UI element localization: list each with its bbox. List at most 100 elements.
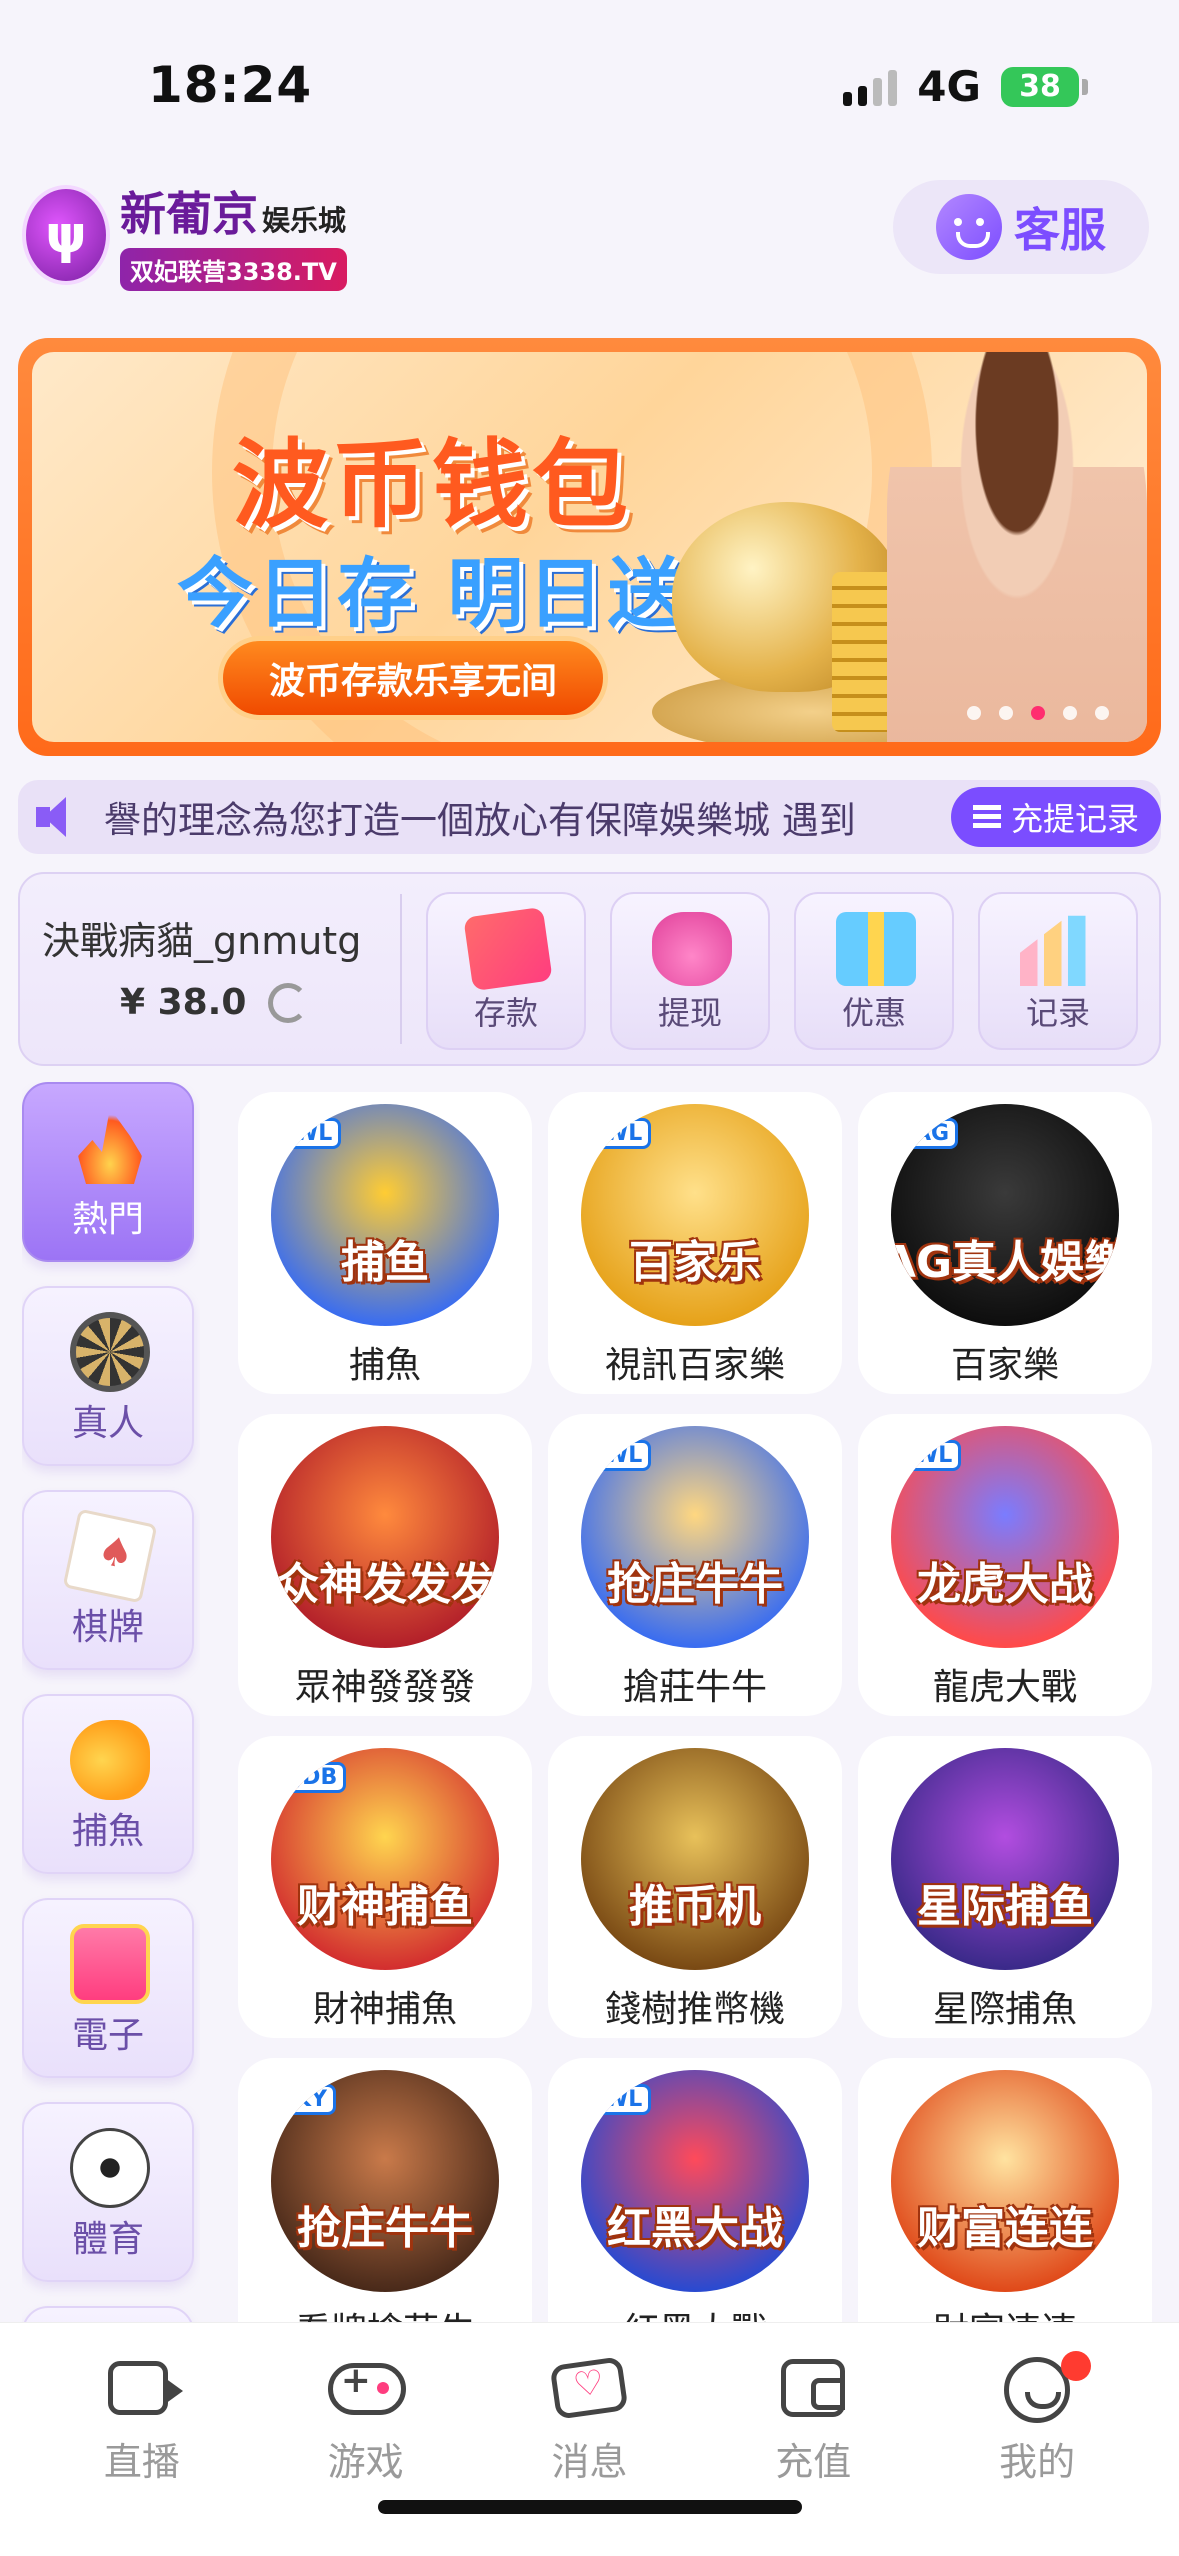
game-art-title: 红黑大战 xyxy=(607,2203,783,2254)
tab-recharge[interactable]: 充值 xyxy=(723,2357,903,2486)
game-thumbnail: 星际捕鱼 xyxy=(891,1748,1119,1970)
status-time: 18:24 xyxy=(148,56,313,114)
category-live[interactable]: 真人 xyxy=(22,1286,194,1466)
status-indicators: 4G 38 xyxy=(843,62,1088,111)
game-art-title: AG真人娛樂 xyxy=(891,1237,1119,1288)
category-label: 棋牌 xyxy=(71,1607,144,1648)
game-art-title: 财富连连 xyxy=(917,2203,1093,2254)
list-icon xyxy=(972,805,1001,829)
carousel-indicator[interactable] xyxy=(967,706,1109,720)
category-slots[interactable]: 電子 xyxy=(22,1898,194,2078)
tab-label: 直播 xyxy=(103,2440,180,2484)
live-camera-icon xyxy=(107,2361,183,2415)
wallet-icon xyxy=(781,2359,846,2417)
battery-icon: 38 xyxy=(1001,66,1088,107)
game-card[interactable]: WL 抢庄牛牛搶莊牛牛 xyxy=(548,1414,842,1716)
carousel-dot[interactable] xyxy=(967,706,981,720)
game-art-title: 捕鱼 xyxy=(341,1237,429,1288)
message-icon xyxy=(550,2356,629,2420)
refresh-icon[interactable] xyxy=(268,982,309,1023)
network-type: 4G xyxy=(917,62,981,111)
promotions-button[interactable]: 优惠 xyxy=(794,892,954,1050)
game-art-title: 众神发发发 xyxy=(275,1559,495,1610)
provider-tag: AG xyxy=(905,1118,959,1149)
game-card[interactable]: AG AG真人娛樂 百家樂 xyxy=(858,1092,1152,1394)
category-label: 熱門 xyxy=(71,1199,144,1240)
game-card[interactable]: KY 抢庄牛牛看牌搶莊牛 xyxy=(238,2058,532,2324)
deposit-withdraw-record-label: 充提记录 xyxy=(1010,800,1139,838)
status-bar: 18:24 4G 38 xyxy=(0,0,1179,170)
balance: ¥ 38.0 xyxy=(120,982,309,1023)
quick-actions: 存款 提现 优惠 记录 xyxy=(426,892,1138,1050)
game-name: 財神捕魚 xyxy=(312,1989,457,2030)
game-card[interactable]: 众神发发发 眾神發發發 xyxy=(238,1414,532,1716)
game-thumbnail: WL 红黑大战 xyxy=(581,2070,809,2292)
customer-service-button[interactable]: 客服 xyxy=(893,180,1149,274)
balance-value: ¥ 38.0 xyxy=(120,982,247,1023)
game-name: 搶莊牛牛 xyxy=(622,1667,767,1708)
tab-profile[interactable]: 我的 xyxy=(947,2351,1127,2486)
logo-text: 新葡京 娱乐城 双妃联营3338.TV xyxy=(120,178,347,291)
deposit-label: 存款 xyxy=(473,994,538,1032)
speaker-icon xyxy=(36,795,86,839)
category-hot[interactable]: 熱門 xyxy=(22,1082,194,1262)
banner-subtitle: 今日存 明日送 xyxy=(177,549,688,638)
records-label: 记录 xyxy=(1025,994,1090,1032)
game-card[interactable]: WL 红黑大战紅黑大戰 xyxy=(548,2058,842,2324)
game-art-title: 百家乐 xyxy=(629,1237,761,1288)
fire-icon xyxy=(78,1108,142,1184)
game-thumbnail: 众神发发发 xyxy=(271,1426,499,1648)
game-card[interactable]: 财富连连財富連連 xyxy=(858,2058,1152,2324)
home-indicator[interactable] xyxy=(378,2500,802,2514)
game-card[interactable]: 推币机 錢樹推幣機 xyxy=(548,1736,842,2038)
fish-icon xyxy=(70,1720,150,1800)
game-thumbnail: 财富连连 xyxy=(891,2070,1119,2292)
banner-cta-button[interactable]: 波币存款乐享无间 xyxy=(218,636,608,720)
game-art-title: 推币机 xyxy=(629,1881,761,1932)
game-thumbnail: WL 抢庄牛牛 xyxy=(581,1426,809,1648)
game-card[interactable]: JDB 财神捕鱼財神捕魚 xyxy=(238,1736,532,2038)
deposit-button[interactable]: 存款 xyxy=(426,892,586,1050)
tab-label: 充值 xyxy=(775,2440,852,2484)
game-art-title: 抢庄牛牛 xyxy=(607,1559,783,1610)
carousel-dot[interactable] xyxy=(999,706,1013,720)
category-cards[interactable]: 棋牌 xyxy=(22,1490,194,1670)
game-card[interactable]: WL 龙虎大战 龍虎大戰 xyxy=(858,1414,1152,1716)
game-name: 紅黑大戰 xyxy=(623,2302,767,2324)
bar-chart-icon xyxy=(1020,915,1086,986)
notification-badge xyxy=(1061,2351,1092,2381)
account-panel: 決戰病貓_gnmutg ¥ 38.0 存款 提现 优惠 记录 xyxy=(18,872,1161,1066)
carousel-dot[interactable] xyxy=(1095,706,1109,720)
game-thumbnail: WL 百家乐 xyxy=(581,1104,809,1326)
category-label: 體育 xyxy=(71,2219,144,2260)
category-more[interactable] xyxy=(22,2306,194,2322)
game-card[interactable]: WL 百家乐 視訊百家樂 xyxy=(548,1092,842,1394)
brand-logo[interactable]: ψ 新葡京 娱乐城 双妃联营3338.TV xyxy=(22,178,347,291)
bottom-tab-bar: 直播 游戏 消息 充值 我的 xyxy=(0,2322,1179,2556)
game-thumbnail: KY 抢庄牛牛 xyxy=(271,2070,499,2292)
category-sports[interactable]: 體育 xyxy=(22,2102,194,2282)
tab-games[interactable]: 游戏 xyxy=(276,2357,456,2486)
announcement-marquee[interactable]: 譽的理念為您打造一個放心有保障娛樂城 遇到 充提记录 xyxy=(18,780,1161,854)
tab-messages[interactable]: 消息 xyxy=(499,2356,679,2486)
category-label: 真人 xyxy=(71,1403,144,1444)
poker-chip-icon xyxy=(70,1312,150,1392)
gift-icon xyxy=(836,912,916,986)
game-card[interactable]: WL 捕鱼 捕魚 xyxy=(238,1092,532,1394)
announcement-text: 譽的理念為您打造一個放心有保障娛樂城 遇到 xyxy=(104,799,856,842)
category-fishing[interactable]: 捕魚 xyxy=(22,1694,194,1874)
records-button[interactable]: 记录 xyxy=(978,892,1138,1050)
tab-live[interactable]: 直播 xyxy=(52,2357,232,2486)
withdraw-button[interactable]: 提现 xyxy=(610,892,770,1050)
carousel-dot[interactable] xyxy=(1031,706,1045,720)
category-label: 捕魚 xyxy=(71,1811,144,1852)
game-card[interactable]: 星际捕鱼 星際捕魚 xyxy=(858,1736,1152,2038)
tab-label: 我的 xyxy=(999,2440,1076,2484)
carousel-dot[interactable] xyxy=(1063,706,1077,720)
deposit-withdraw-record-button[interactable]: 充提记录 xyxy=(950,787,1161,847)
divider xyxy=(400,894,402,1044)
game-thumbnail: 推币机 xyxy=(581,1748,809,1970)
banner-title: 波币钱包 xyxy=(232,429,632,541)
promo-banner[interactable]: 波币钱包 今日存 明日送 波币存款乐享无间 xyxy=(18,338,1161,756)
game-thumbnail: JDB 财神捕鱼 xyxy=(271,1748,499,1970)
